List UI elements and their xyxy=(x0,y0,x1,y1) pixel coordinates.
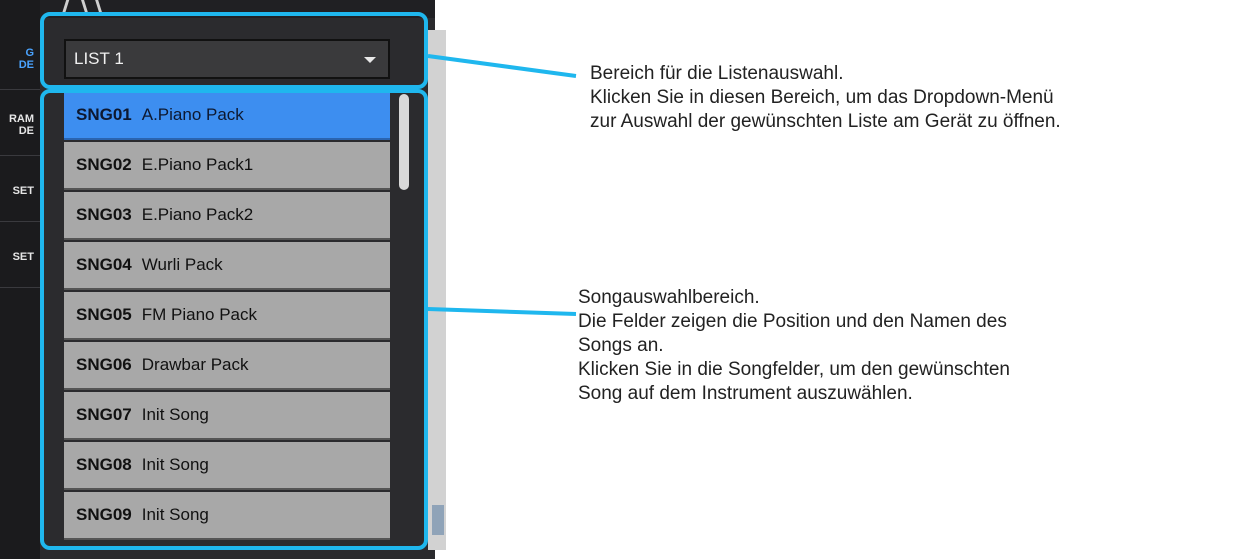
annotation-line: Songauswahlbereich. xyxy=(578,287,760,308)
annotation-line: Klicken Sie in die Songfelder, um den ge… xyxy=(578,359,1010,380)
annotation-line: Songs an. xyxy=(578,335,664,356)
annotation-line: Song auf dem Instrument auszuwählen. xyxy=(578,383,913,404)
callout-line-select xyxy=(427,54,577,78)
annotation-song-area: Songauswahlbereich. Die Felder zeigen di… xyxy=(578,286,1010,406)
annotation-line: Bereich für die Listenauswahl. xyxy=(590,63,844,84)
annotation-line: zur Auswahl der gewünschten Liste am Ger… xyxy=(590,111,1061,132)
annotation-line: Die Felder zeigen die Position und den N… xyxy=(578,311,1007,332)
callout-line-songs xyxy=(427,307,577,316)
annotation-line: Klicken Sie in diesen Bereich, um das Dr… xyxy=(590,87,1054,108)
annotation-list-select: Bereich für die Listenauswahl. Klicken S… xyxy=(590,62,1061,134)
